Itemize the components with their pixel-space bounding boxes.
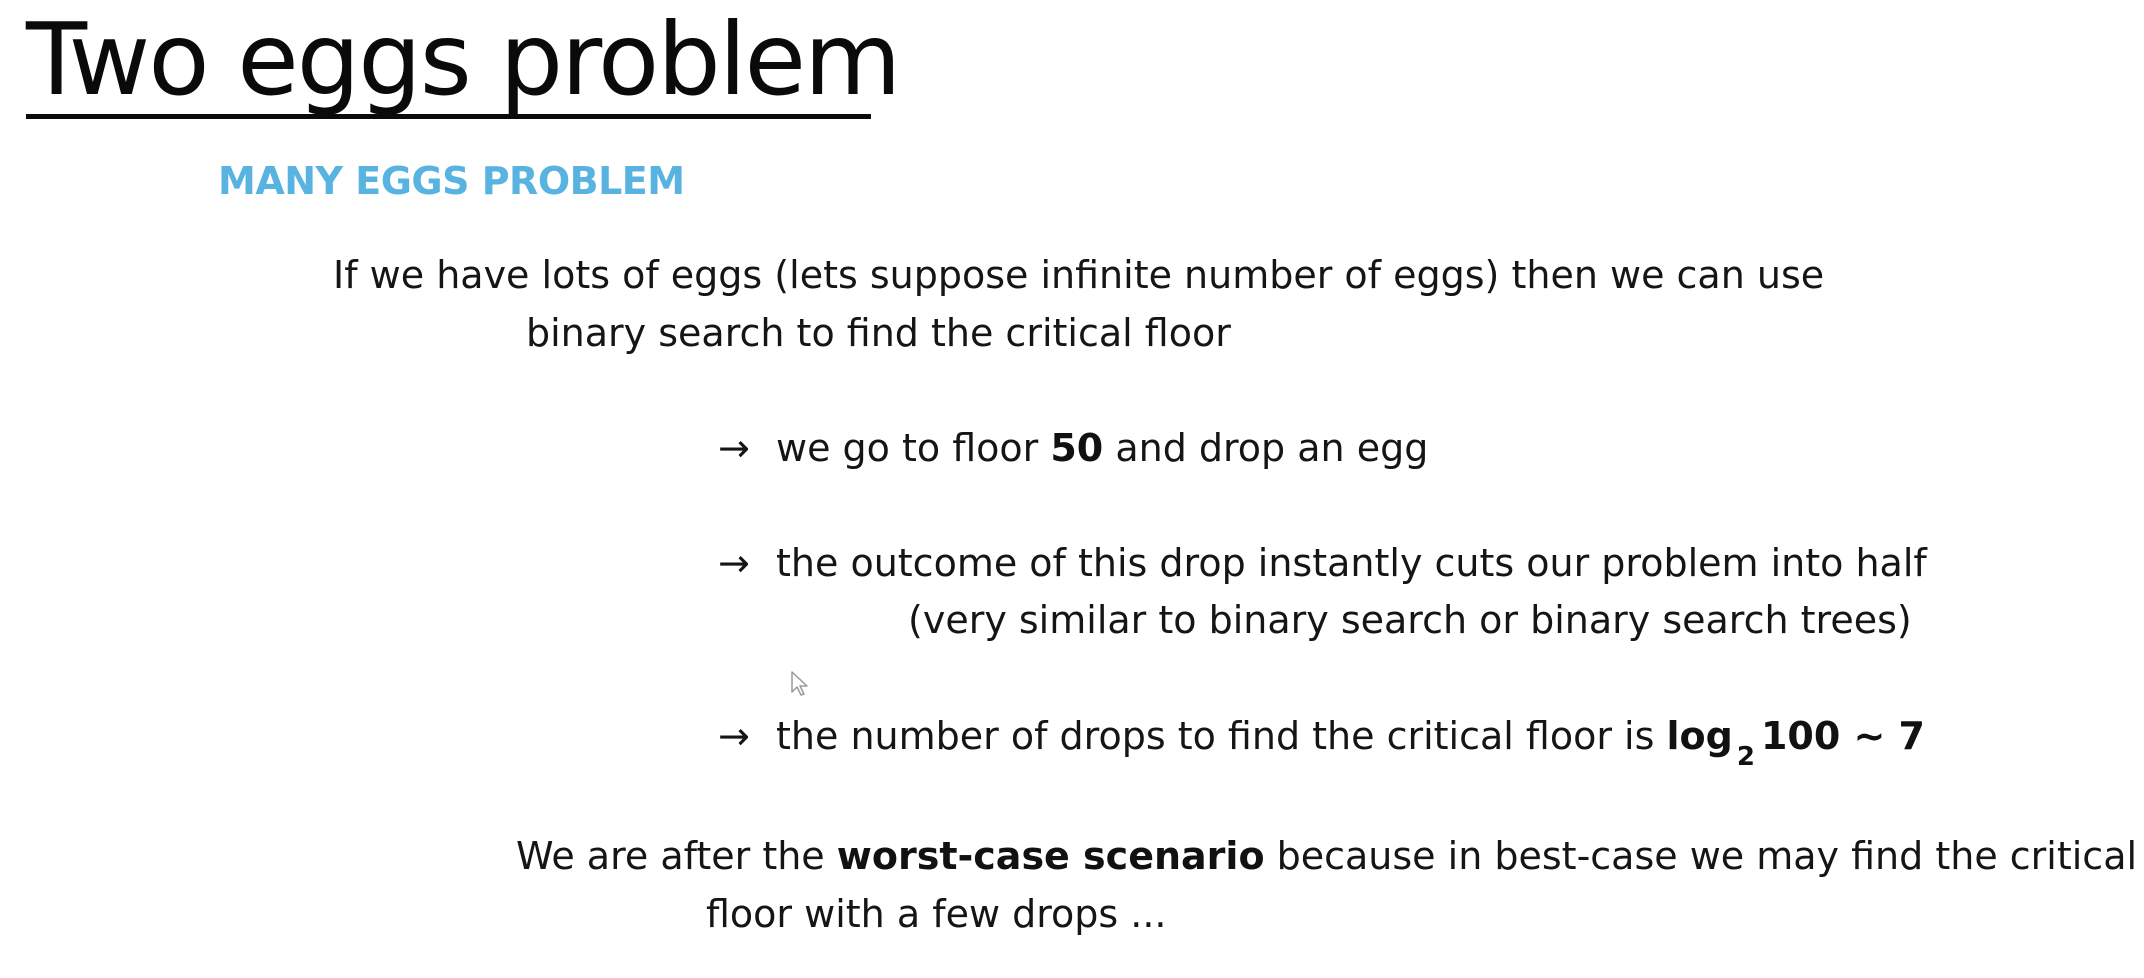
bullet-3: the number of drops to find the critical… [776,713,1925,772]
bullet-2-line-2: (very similar to binary search or binary… [908,598,1912,642]
closing-text-pre: We are after the [516,834,837,878]
log-base: 2 [1736,742,1755,772]
section-heading: MANY EGGS PROBLEM [218,159,685,203]
arrow-right-icon: → [718,714,750,758]
worst-case-emphasis: worst-case scenario [836,834,1265,878]
bullet-1-floor-value: 50 [1050,426,1104,470]
arrow-right-icon: → [718,541,750,585]
log-label: log [1666,714,1733,758]
bullet-1: we go to floor 50 and drop an egg [776,425,1428,471]
intro-line-2: binary search to find the critical floor [526,311,1231,355]
closing-line-2: floor with a few drops ... [706,892,1167,936]
mouse-cursor-icon [791,671,808,696]
closing-text-post: because in best-case we may find the cri… [1264,834,2138,878]
bullet-3-text: the number of drops to find the critical… [776,714,1667,758]
closing-line-1: We are after the worst-case scenario bec… [516,833,2137,879]
bullet-2-line-1: the outcome of this drop instantly cuts … [776,541,1927,585]
bullet-1-text-pre: we go to floor [776,426,1051,470]
intro-line-1: If we have lots of eggs (lets suppose in… [333,253,1825,297]
log-result: 100 ~ 7 [1760,714,1925,758]
title-underline [26,114,871,119]
slide-title: Two eggs problem [26,1,901,118]
arrow-right-icon: → [718,426,750,470]
bullet-1-text-post: and drop an egg [1103,426,1429,470]
